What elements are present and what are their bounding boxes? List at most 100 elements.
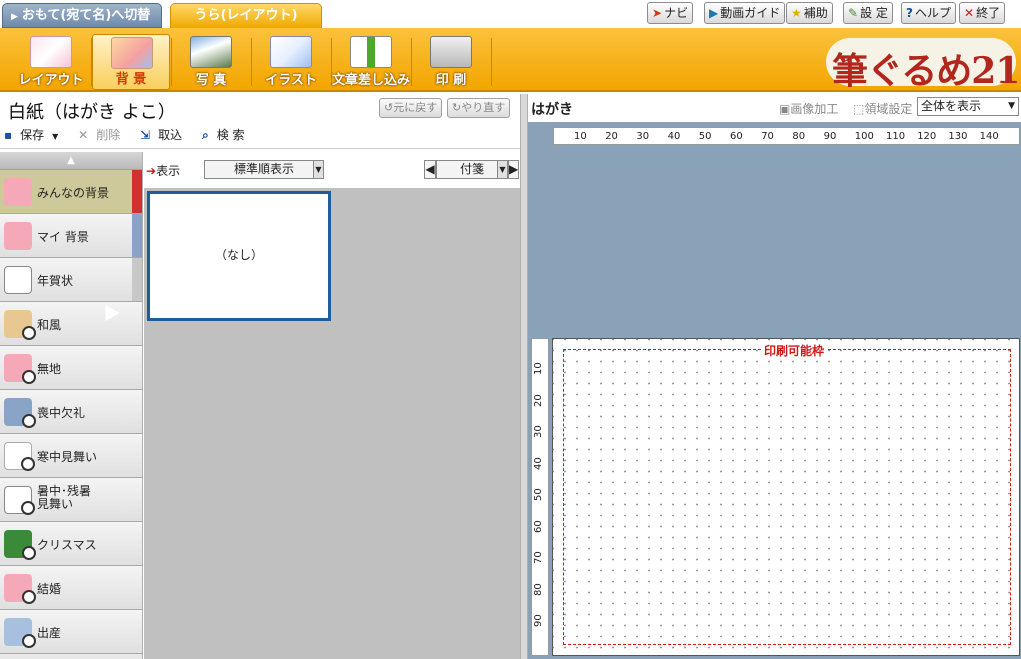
chevron-down-icon: ▼ xyxy=(52,132,59,141)
category-item[interactable]: クリスマス xyxy=(0,522,142,566)
arrow-right-icon: ➔ xyxy=(146,164,157,178)
tag-value: 付箋 xyxy=(459,162,484,176)
tab-front-address[interactable]: ▶ おもて(宛て名)へ切替 xyxy=(2,3,162,28)
ruler-tick-label: 60 xyxy=(533,519,544,533)
ruler-tick-label: 10 xyxy=(533,362,544,375)
scroll-up-button[interactable]: ▲ xyxy=(0,152,142,170)
category-item[interactable]: マイ 背景 xyxy=(0,214,142,258)
app-logo-text: 筆ぐるめ21 xyxy=(832,50,1020,92)
canvas-area: 10 20 30 40 50 60 70 80 90 100 110 120 130 140 10 20 30… xyxy=(528,122,1021,659)
illust-tool[interactable]: イラスト xyxy=(252,34,330,90)
settings-label: 設 定 xyxy=(860,6,888,20)
postcard-canvas[interactable]: 印刷可能枠 xyxy=(552,338,1020,656)
document-title: 白紙（はがき よこ） xyxy=(8,102,176,123)
settings-button[interactable]: ✎ 設 定 xyxy=(843,2,893,24)
category-item[interactable]: 暑中･残暑 見舞い xyxy=(0,478,142,522)
undo-icon: ↺ xyxy=(384,101,394,114)
chevron-right-icon: ▶ xyxy=(509,162,519,176)
photo-label: 写 真 xyxy=(195,73,227,88)
vertical-ruler: 10 20 30 40 50 60 70 80 90 xyxy=(531,338,549,656)
christmas-tree-icon xyxy=(4,530,36,560)
chevron-down-icon: ▼ xyxy=(313,161,323,178)
video-guide-label: 動画ガイド xyxy=(720,6,781,20)
floppy-icon: ▪ xyxy=(4,128,13,142)
thumbnail-item[interactable]: （なし） xyxy=(147,191,331,321)
category-item[interactable]: 和風 xyxy=(0,302,142,346)
ruler-tick-label: 130 xyxy=(948,131,968,142)
tag-prev-button[interactable]: ◀ xyxy=(424,160,436,179)
category-label: 寒中見舞い xyxy=(37,450,98,464)
print-tool[interactable]: 印 刷 xyxy=(412,34,490,90)
category-item[interactable]: 喪中欠礼 xyxy=(0,390,142,434)
category-list: ▲ みんなの背景 マイ 背景 年賀状 和風 無地 喪中欠礼 寒中見舞い 暑中･残… xyxy=(0,152,143,659)
category-label: 暑中･残暑 見舞い xyxy=(37,485,91,511)
category-item[interactable]: 出産 xyxy=(0,610,142,654)
thumbnail-grid: （なし） xyxy=(144,188,520,659)
ruler-tick-label: 80 xyxy=(533,582,544,596)
help-label: ヘルプ xyxy=(914,6,951,20)
category-label: クリスマス xyxy=(37,538,97,552)
star-icon: ★ xyxy=(791,6,802,20)
ruler-tick-label: 110 xyxy=(886,131,906,142)
ruler-tick-label: 100 xyxy=(854,131,874,142)
pane-splitter[interactable] xyxy=(520,94,528,659)
video-guide-button[interactable]: ▶ 動画ガイド xyxy=(704,2,786,24)
undo-button[interactable]: ↺元に戻す xyxy=(379,98,443,118)
category-item[interactable]: 結婚 xyxy=(0,566,142,610)
exit-label: 終了 xyxy=(976,6,1001,20)
ruler-tick-label: 90 xyxy=(533,614,544,627)
main-toolbar: レイアウト 背 景 写 真 イラスト 文章差し込み 印 刷 筆ぐるめ21 xyxy=(0,28,1021,92)
tab-front-label: おもて(宛て名)へ切替 xyxy=(21,8,151,23)
redo-button[interactable]: ↻やり直す xyxy=(447,98,511,118)
category-item[interactable]: 無地 xyxy=(0,346,142,390)
chevron-left-icon: ◀ xyxy=(425,162,435,176)
category-label-line: 見舞い xyxy=(37,497,74,511)
category-item[interactable]: 年賀状 xyxy=(0,258,142,302)
save-button[interactable]: ▪ 保存 ▼ xyxy=(4,128,66,142)
help-button[interactable]: ? ヘルプ xyxy=(901,2,956,24)
image-edit-button[interactable]: ▣画像加工 xyxy=(779,100,838,117)
navi-button[interactable]: ➤ ナビ xyxy=(647,2,694,24)
disc-icon xyxy=(22,634,36,648)
category-label: 年賀状 xyxy=(37,274,74,288)
plain-folder-icon xyxy=(4,354,36,384)
display-label-text: 表示 xyxy=(156,164,181,178)
ruler-tick-label: 40 xyxy=(533,456,544,470)
chevron-down-icon: ▼ xyxy=(497,161,507,178)
photo-tool[interactable]: 写 真 xyxy=(172,34,250,90)
import-button[interactable]: ⇲ 取込 xyxy=(140,128,190,142)
import-icon: ⇲ xyxy=(140,128,151,142)
tab-back-layout[interactable]: うら(レイアウト) xyxy=(170,3,322,28)
area-settings-button[interactable]: ⬚領域設定 xyxy=(853,100,912,117)
assist-label: 補助 xyxy=(803,6,828,20)
background-tool[interactable]: 背 景 xyxy=(92,34,170,90)
category-item[interactable]: みんなの背景 xyxy=(0,170,142,214)
category-color-tab xyxy=(132,214,142,257)
category-color-tab xyxy=(132,258,142,301)
redo-icon: ↻ xyxy=(452,101,462,114)
search-button[interactable]: ⌕ 検 索 xyxy=(202,128,253,142)
text-insert-tool[interactable]: 文章差し込み xyxy=(332,34,410,90)
ruler-tick-label: 20 xyxy=(533,393,544,407)
disc-icon xyxy=(22,370,36,384)
tag-select[interactable]: 付箋 ▼ xyxy=(436,160,508,179)
japanese-style-icon xyxy=(4,310,36,340)
display-label: ➔表示 xyxy=(146,162,180,179)
file-bar: ▪ 保存 ▼ ✕ 削除 ⇲ 取込 ⌕ 検 索 xyxy=(4,126,261,146)
category-item[interactable]: 寒中見舞い xyxy=(0,434,142,478)
assist-button[interactable]: ★ 補助 xyxy=(786,2,833,24)
text-insert-label: 文章差し込み xyxy=(332,73,411,88)
disc-icon xyxy=(22,590,36,604)
layout-tool[interactable]: レイアウト xyxy=(12,34,90,90)
sort-order-value: 標準順表示 xyxy=(233,162,294,176)
tag-next-button[interactable]: ▶ xyxy=(508,160,519,179)
category-label: 喪中欠礼 xyxy=(37,406,86,420)
sort-order-select[interactable]: 標準順表示 ▼ xyxy=(204,160,324,179)
delete-button[interactable]: ✕ 削除 xyxy=(78,128,128,142)
ruler-tick-label: 70 xyxy=(761,131,774,142)
app-logo: 筆ぐるめ21 xyxy=(826,38,1020,92)
area-settings-label: 領域設定 xyxy=(864,102,913,116)
zoom-select[interactable]: 全体を表示 ▼ xyxy=(917,97,1019,116)
exit-button[interactable]: ✕ 終了 xyxy=(959,2,1006,24)
folder-people-icon xyxy=(4,178,32,206)
